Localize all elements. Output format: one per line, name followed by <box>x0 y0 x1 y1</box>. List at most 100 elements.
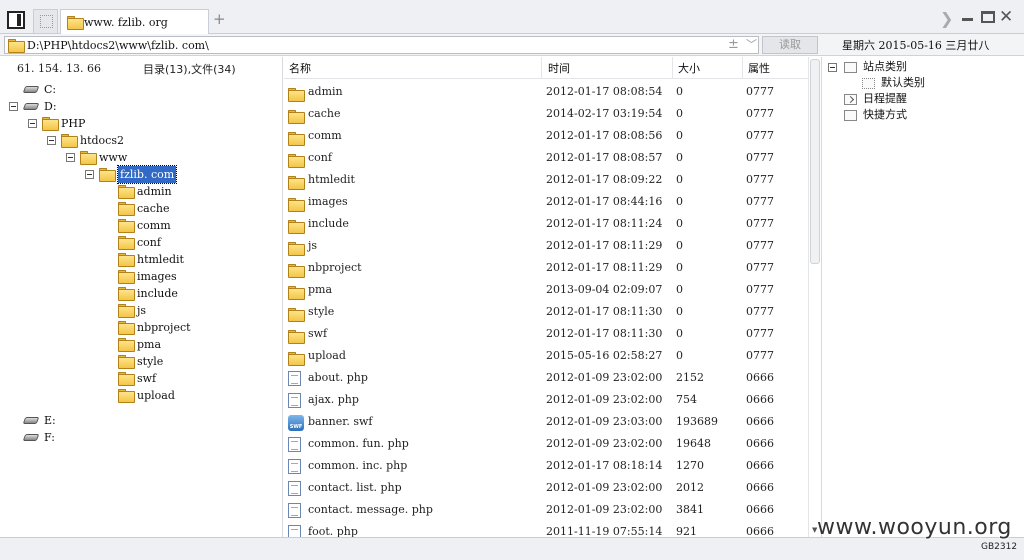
bookmark-item[interactable]: 默认类别 <box>822 75 1022 91</box>
column-divider[interactable] <box>672 57 673 79</box>
file-attr: 0777 <box>746 217 774 230</box>
tab-active[interactable]: www. fzlib. org <box>60 9 209 35</box>
collapse-toggle-icon[interactable] <box>828 63 837 72</box>
drive-icon <box>22 434 40 441</box>
file-attr: 0777 <box>746 129 774 142</box>
file-row[interactable]: ajax. php 2012-01-09 23:02:00 754 0666 <box>284 389 808 411</box>
plus-minus-icon[interactable]: ± <box>728 37 739 52</box>
file-row[interactable]: js 2012-01-17 08:11:29 0 0777 <box>284 235 808 257</box>
file-time: 2012-01-09 23:02:00 <box>546 503 663 516</box>
file-row[interactable]: nbproject 2012-01-17 08:11:29 0 0777 <box>284 257 808 279</box>
file-attr: 0666 <box>746 503 774 516</box>
file-name: js <box>308 239 318 252</box>
file-size: 0 <box>676 217 683 230</box>
file-row[interactable]: upload 2015-05-16 02:58:27 0 0777 <box>284 345 808 367</box>
bookmark-item[interactable]: 快捷方式 <box>822 107 1022 123</box>
folder-icon <box>118 372 135 386</box>
bookmark-item-label: 默认类别 <box>881 76 925 89</box>
file-name: upload <box>308 349 346 362</box>
file-row[interactable]: htmledit 2012-01-17 08:09:22 0 0777 <box>284 169 808 191</box>
read-button[interactable]: 读取 <box>762 36 818 54</box>
file-size: 0 <box>676 85 683 98</box>
folder-icon <box>118 389 135 403</box>
tree-node-label: comm <box>137 219 171 232</box>
php-file-icon <box>288 525 301 537</box>
tree-node-label: E: <box>44 414 56 427</box>
file-size: 0 <box>676 107 683 120</box>
file-time: 2012-01-17 08:11:29 <box>546 261 663 274</box>
file-row[interactable]: images 2012-01-17 08:44:16 0 0777 <box>284 191 808 213</box>
file-row[interactable]: contact. message. php 2012-01-09 23:02:00… <box>284 499 808 521</box>
file-row[interactable]: style 2012-01-17 08:11:30 0 0777 <box>284 301 808 323</box>
collapse-toggle-icon[interactable] <box>47 136 56 145</box>
file-row[interactable]: swf 2012-01-17 08:11:30 0 0777 <box>284 323 808 345</box>
file-row[interactable]: common. fun. php 2012-01-09 23:02:00 19648… <box>284 433 808 455</box>
folder-icon <box>118 253 135 267</box>
scroll-thumb[interactable] <box>810 59 820 264</box>
file-row[interactable]: pma 2013-09-04 02:09:07 0 0777 <box>284 279 808 301</box>
file-row[interactable]: SWF banner. swf 2012-01-09 23:03:00 193689 0… <box>284 411 808 433</box>
file-row[interactable]: common. inc. php 2012-01-17 08:18:14 1270 0… <box>284 455 808 477</box>
collapse-toggle-icon[interactable] <box>66 153 75 162</box>
drive-icon <box>22 103 40 110</box>
file-row[interactable]: contact. list. php 2012-01-09 23:02:00 201… <box>284 477 808 499</box>
column-header-name[interactable]: 名称 <box>289 60 311 76</box>
collapse-toggle-icon[interactable] <box>9 102 18 111</box>
tree-node-label: fzlib. com <box>116 165 178 184</box>
minimize-button[interactable] <box>962 18 973 21</box>
file-row[interactable]: conf 2012-01-17 08:08:57 0 0777 <box>284 147 808 169</box>
file-name: nbproject <box>308 261 362 274</box>
column-divider[interactable] <box>742 57 743 79</box>
file-time: 2012-01-17 08:08:57 <box>546 151 663 164</box>
vertical-scrollbar[interactable]: ▼ <box>808 57 821 537</box>
file-row[interactable]: about. php 2012-01-09 23:02:00 2152 0666 <box>284 367 808 389</box>
file-row[interactable]: cache 2014-02-17 03:19:54 0 0777 <box>284 103 808 125</box>
file-attr: 0666 <box>746 481 774 494</box>
file-row[interactable]: foot. php 2011-11-19 07:55:14 921 0666 <box>284 521 808 537</box>
column-header-time[interactable]: 时间 <box>548 60 570 76</box>
file-size: 0 <box>676 195 683 208</box>
tree-node-label: F: <box>44 431 55 444</box>
folder-icon <box>118 236 135 250</box>
directory-tree-panel: 61. 154. 13. 66 目录(13),文件(34) C: D: PHP htd… <box>0 57 283 537</box>
folder-icon <box>288 308 305 322</box>
new-tab-button[interactable]: + <box>213 11 226 27</box>
file-size: 0 <box>676 173 683 186</box>
address-input[interactable]: D:\PHP\htdocs2\www\fzlib. com\ ± ﹀ <box>4 36 759 54</box>
folder-icon <box>118 355 135 369</box>
column-header-attr[interactable]: 属性 <box>748 60 770 76</box>
close-button[interactable]: ✕ <box>999 7 1013 27</box>
tree-node-label: www <box>99 151 128 164</box>
folder-icon <box>288 154 305 168</box>
sidebar-toggle-icon[interactable] <box>7 11 25 29</box>
column-header-size[interactable]: 大小 <box>678 60 700 76</box>
tree-node-label: conf <box>137 236 161 249</box>
file-name: foot. php <box>308 525 358 537</box>
column-divider[interactable] <box>541 57 542 79</box>
file-size: 0 <box>676 261 683 274</box>
file-size: 0 <box>676 283 683 296</box>
collapse-toggle-icon[interactable] <box>85 170 94 179</box>
tree-node-label: htdocs2 <box>80 134 124 147</box>
file-row[interactable]: include 2012-01-17 08:11:24 0 0777 <box>284 213 808 235</box>
file-attr: 0666 <box>746 459 774 472</box>
tree-node-label: include <box>137 287 178 300</box>
file-time: 2012-01-17 08:11:30 <box>546 327 663 340</box>
file-time: 2012-01-17 08:44:16 <box>546 195 663 208</box>
drive-icon <box>22 86 40 93</box>
collapse-toggle-icon[interactable] <box>28 119 37 128</box>
file-row[interactable]: comm 2012-01-17 08:08:56 0 0777 <box>284 125 808 147</box>
chevron-down-icon[interactable]: ﹀ <box>746 36 757 52</box>
file-time: 2013-09-04 02:09:07 <box>546 283 663 296</box>
maximize-button[interactable] <box>981 11 995 23</box>
bookmark-item[interactable]: 日程提醒 <box>822 91 1022 107</box>
bookmark-item[interactable]: 站点类别 <box>822 59 1022 75</box>
folder-icon <box>118 270 135 284</box>
chevron-right-icon[interactable]: ❯ <box>940 9 953 28</box>
file-attr: 0777 <box>746 195 774 208</box>
file-row[interactable]: admin 2012-01-17 08:08:54 0 0777 <box>284 81 808 103</box>
item-counts: 目录(13),文件(34) <box>143 63 236 76</box>
tab-blank[interactable] <box>33 9 58 33</box>
file-list-panel: 名称 时间 大小 属性 admin 2012-01-17 08:08:54 0 077… <box>284 57 808 537</box>
file-time: 2012-01-17 08:08:56 <box>546 129 663 142</box>
